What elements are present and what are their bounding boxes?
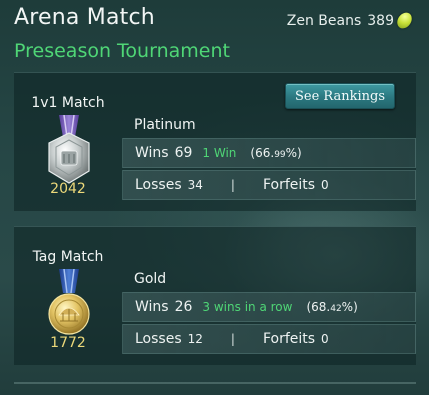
win-percentage: (68.42%) <box>306 300 358 314</box>
win-percentage: (66.99%) <box>250 146 302 160</box>
losses-count: 34 <box>187 178 203 192</box>
wins-row: Wins 26 3 wins in a row (68.42%) <box>122 292 416 322</box>
wins-count: 26 <box>174 299 193 315</box>
win-streak: 1 Win <box>202 146 237 160</box>
forfeits-count: 0 <box>321 178 329 192</box>
win-streak: 3 wins in a row <box>202 300 293 314</box>
losses-label: Losses <box>135 331 182 347</box>
forfeits-count: 0 <box>321 332 329 346</box>
platinum-medal-icon <box>48 115 90 184</box>
mode-label: Tag Match <box>32 249 104 265</box>
rating-value: 2042 <box>50 181 86 197</box>
currency-display: Zen Beans 389 <box>286 9 415 32</box>
currency-label: Zen Beans <box>286 12 362 29</box>
wins-label: Wins <box>135 299 169 315</box>
row-separator: | <box>230 178 235 192</box>
page-subtitle: Preseason Tournament <box>14 40 230 62</box>
wins-label: Wins <box>135 145 169 161</box>
losses-label: Losses <box>135 177 182 193</box>
wins-row: Wins 69 1 Win (66.99%) <box>122 138 416 168</box>
wins-count: 69 <box>174 145 193 161</box>
zen-bean-icon <box>394 9 415 32</box>
mode-label: 1v1 Match <box>31 95 105 111</box>
losses-row: Losses 12 | Forfeits 0 <box>122 324 416 354</box>
row-separator: | <box>230 332 235 346</box>
rating-value: 1772 <box>50 335 86 351</box>
bottom-divider <box>14 382 416 384</box>
page-title: Arena Match <box>14 5 155 30</box>
see-rankings-button[interactable]: See Rankings <box>285 83 395 109</box>
gold-medal-icon <box>48 269 90 335</box>
losses-count: 12 <box>187 332 203 346</box>
currency-amount: 389 <box>367 12 394 29</box>
mode-panel-tag: Tag Match 1772 Gold Wins 26 3 wins in a … <box>14 226 416 365</box>
losses-row: Losses 34 | Forfeits 0 <box>122 170 416 200</box>
tier-label: Gold <box>134 271 167 287</box>
forfeits-label: Forfeits <box>262 177 316 193</box>
forfeits-label: Forfeits <box>262 331 316 347</box>
tier-label: Platinum <box>134 117 196 133</box>
mode-panel-1v1: 1v1 Match 2042 See Rankings Platinum Win… <box>14 72 416 211</box>
